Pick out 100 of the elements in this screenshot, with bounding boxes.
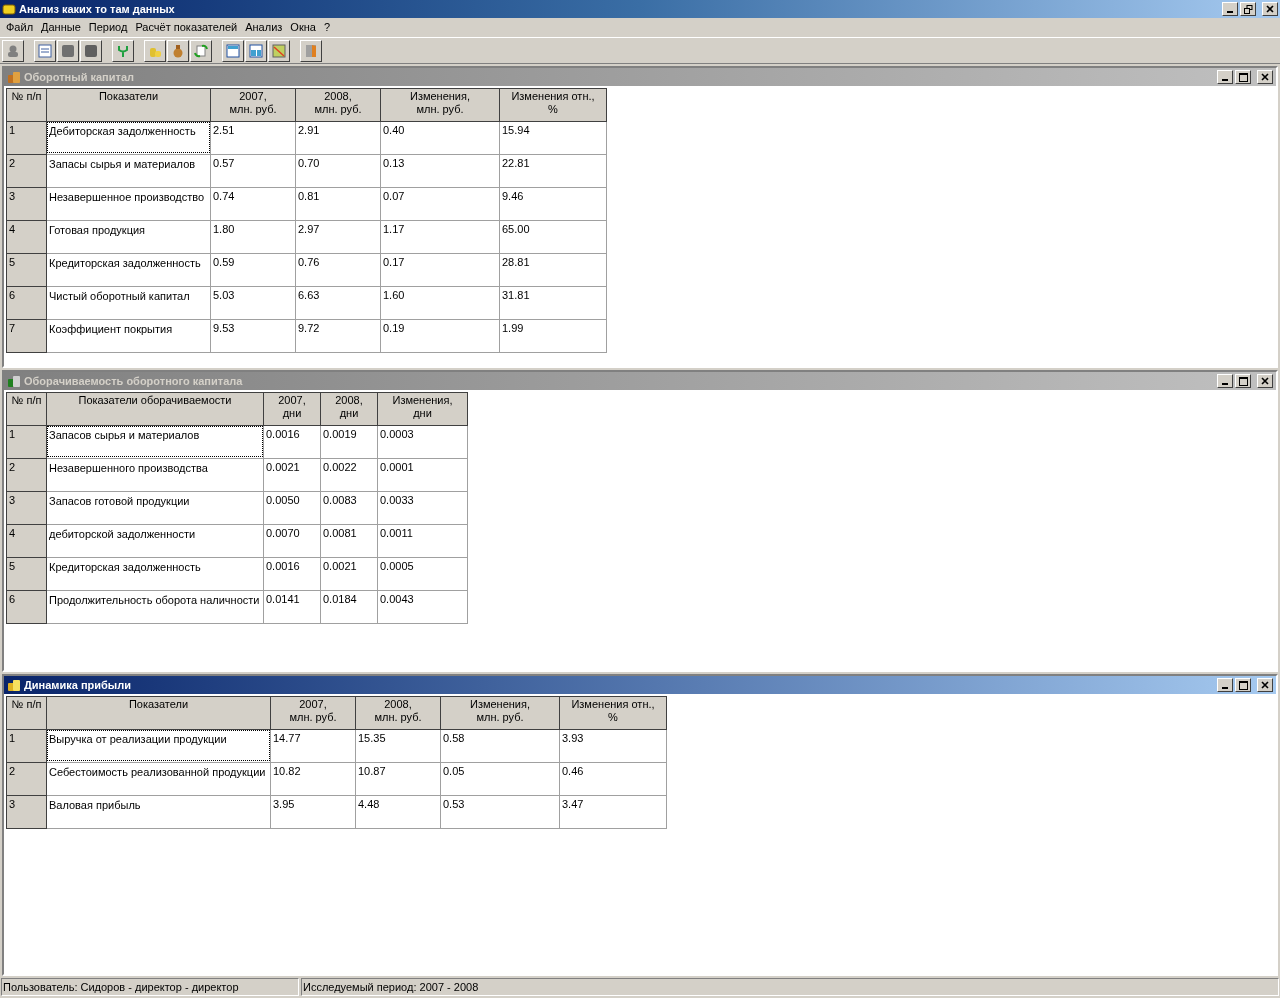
row-number-cell[interactable]: 5 — [6, 557, 47, 591]
child-window-title: Оборачиваемость оборотного капитала — [24, 373, 244, 389]
restore-icon — [1243, 4, 1253, 14]
table-cell: 15.35 — [355, 729, 441, 763]
column-header[interactable]: Изменения отн., % — [559, 696, 667, 730]
table-cell: 0.40 — [380, 121, 500, 155]
column-header[interactable]: Изменения, млн. руб. — [380, 88, 500, 122]
fork-icon[interactable] — [112, 39, 134, 62]
table-cell: 0.13 — [380, 154, 500, 188]
row-number-cell[interactable]: 1 — [6, 121, 47, 155]
close-icon — [1266, 5, 1274, 13]
column-header[interactable]: Изменения отн., % — [499, 88, 607, 122]
column-header[interactable]: № п/п — [6, 392, 47, 426]
document-icon[interactable] — [34, 39, 56, 62]
refresh-icon[interactable] — [190, 39, 212, 62]
close-button[interactable] — [1257, 70, 1273, 84]
minimize-button[interactable] — [1222, 2, 1238, 16]
row-number-cell[interactable]: 7 — [6, 319, 47, 353]
column-header[interactable]: № п/п — [6, 696, 47, 730]
table-cell: 10.87 — [355, 762, 441, 796]
table-cell: 3.95 — [270, 795, 356, 829]
table-cell: 0.0184 — [320, 590, 378, 624]
table-cell: Выручка от реализации продукции — [47, 730, 270, 761]
maximize-button[interactable] — [1235, 678, 1251, 692]
chart-icon[interactable] — [268, 39, 290, 62]
child-window-title: Динамика прибыли — [24, 677, 132, 693]
row-number-cell[interactable]: 3 — [6, 491, 47, 525]
maximize-button[interactable] — [1235, 70, 1251, 84]
column-header[interactable]: 2007, млн. руб. — [270, 696, 356, 730]
close-button[interactable] — [1257, 678, 1273, 692]
row-number-cell[interactable]: 4 — [6, 220, 47, 254]
row-number-cell[interactable]: 5 — [6, 253, 47, 287]
row-number-cell[interactable]: 2 — [6, 762, 47, 796]
table-cell-text: Готовая продукция — [48, 223, 147, 238]
column-header[interactable]: Изменения, млн. руб. — [440, 696, 560, 730]
table-cell: 0.81 — [295, 187, 381, 221]
table-cell: 0.05 — [440, 762, 560, 796]
column-header[interactable]: Изменения, дни — [377, 392, 468, 426]
table-cell: 0.46 — [559, 762, 667, 796]
column-header[interactable]: Показатели оборачиваемости — [46, 392, 264, 426]
table-cell: Дебиторская задолженность — [47, 122, 210, 153]
row-number-cell[interactable]: 4 — [6, 524, 47, 558]
minimize-button[interactable] — [1217, 70, 1233, 84]
table-cell-text: Чистый оборотный капитал — [48, 289, 191, 304]
column-header[interactable]: 2007, дни — [263, 392, 321, 426]
menu-item[interactable]: Файл — [2, 19, 38, 36]
menu-item[interactable]: Расчёт показателей — [131, 19, 242, 36]
column-header[interactable]: № п/п — [6, 88, 47, 122]
table-cell: 0.19 — [380, 319, 500, 353]
money-bag-icon[interactable] — [167, 39, 189, 62]
child-window-title: Оборотный капитал — [24, 69, 135, 85]
close-button[interactable] — [1257, 374, 1273, 388]
window-icon — [7, 678, 21, 692]
table-cell: 1.17 — [380, 220, 500, 254]
window-title: Анализ каких то там данных — [19, 1, 176, 17]
window-layout-icon[interactable] — [222, 39, 244, 62]
table-cell: 6.63 — [295, 286, 381, 320]
row-number-cell[interactable]: 3 — [6, 795, 47, 829]
table-cell: 4.48 — [355, 795, 441, 829]
column-header[interactable]: Показатели — [46, 696, 271, 730]
restore-button[interactable] — [1240, 2, 1256, 16]
column-header[interactable]: 2007, млн. руб. — [210, 88, 296, 122]
menu-item[interactable]: Окна — [286, 19, 320, 36]
table-cell-text: Незавершенное производство — [48, 190, 206, 205]
coins-icon[interactable] — [144, 39, 166, 62]
table-cell: 9.72 — [295, 319, 381, 353]
table-cell: 0.57 — [210, 154, 296, 188]
exit-door-icon[interactable] — [300, 39, 322, 62]
table-cell: 15.94 — [499, 121, 607, 155]
table-cell: 0.0021 — [320, 557, 378, 591]
menu-item[interactable]: Период — [84, 19, 132, 36]
row-number-cell[interactable]: 6 — [6, 590, 47, 624]
minimize-button[interactable] — [1217, 678, 1233, 692]
table-cell: 2.51 — [210, 121, 296, 155]
row-number-cell[interactable]: 3 — [6, 187, 47, 221]
row-number-cell[interactable]: 1 — [6, 425, 47, 459]
column-header[interactable]: 2008, дни — [320, 392, 378, 426]
maximize-button[interactable] — [1235, 374, 1251, 388]
row-number-cell[interactable]: 1 — [6, 729, 47, 763]
table-cell: 31.81 — [499, 286, 607, 320]
user-icon[interactable] — [2, 39, 24, 62]
column-header[interactable]: Показатели — [46, 88, 211, 122]
table-cell: 3.93 — [559, 729, 667, 763]
column-header[interactable]: 2008, млн. руб. — [295, 88, 381, 122]
row-number-cell[interactable]: 2 — [6, 458, 47, 492]
menu-item[interactable]: ? — [319, 19, 335, 36]
window-layout-icon[interactable] — [245, 39, 267, 62]
maximize-icon — [1238, 680, 1248, 690]
menu-item[interactable]: Анализ — [241, 19, 287, 36]
table-cell: Запасов сырья и материалов — [47, 426, 263, 457]
table-cell: 0.0081 — [320, 524, 378, 558]
table-cell-text: Кредиторская задолженность — [48, 560, 202, 575]
menu-item[interactable]: Данные — [37, 19, 85, 36]
column-header[interactable]: 2008, млн. руб. — [355, 696, 441, 730]
status-bar-panel: Пользователь: Сидоров - директор - директор — [1, 978, 299, 996]
minimize-button[interactable] — [1217, 374, 1233, 388]
table-cell: 2.91 — [295, 121, 381, 155]
close-button[interactable] — [1262, 2, 1278, 16]
row-number-cell[interactable]: 2 — [6, 154, 47, 188]
row-number-cell[interactable]: 6 — [6, 286, 47, 320]
